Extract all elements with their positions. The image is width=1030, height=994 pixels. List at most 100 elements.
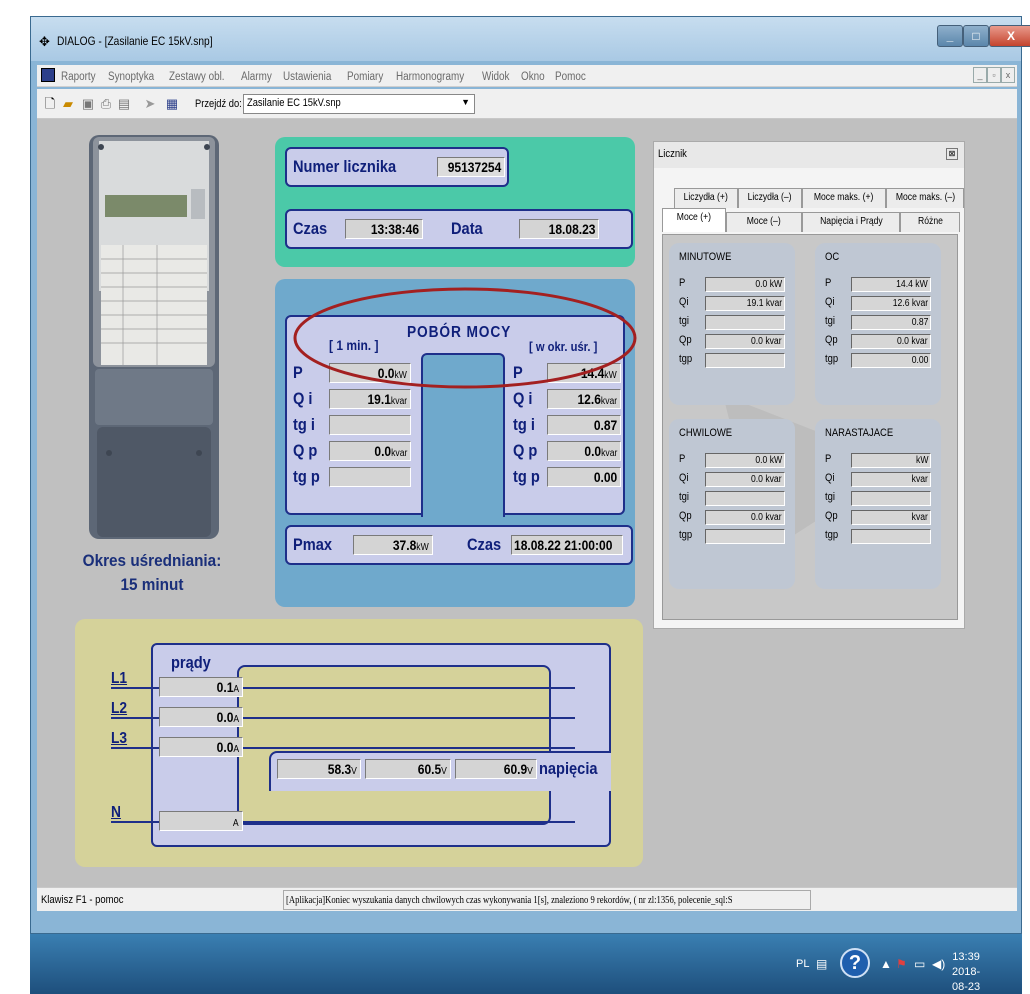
volume-icon[interactable]: ◀) — [932, 957, 945, 971]
group-row-value: kvar — [851, 472, 931, 487]
meter-info-panel: Numer licznika 95137254 Czas 13:38:46 Da… — [275, 137, 635, 267]
menu-item-8[interactable]: Okno — [521, 71, 545, 83]
phase-current-value: 0.0A — [159, 707, 243, 727]
tab-0[interactable]: Liczydła (+) — [674, 188, 738, 208]
tab-6[interactable]: Napięcia i Prądy — [802, 212, 900, 232]
menu-item-4[interactable]: Ustawienia — [283, 71, 331, 83]
help-icon[interactable]: ? — [840, 948, 870, 978]
averaging-period-value: 15 minut — [120, 575, 184, 594]
group-row-label: tgi — [825, 315, 835, 327]
tab-3[interactable]: Moce maks. (–) — [886, 188, 964, 208]
group-row-label: Qp — [679, 510, 692, 522]
pmax-label: Pmax — [293, 535, 333, 554]
group-row-label: Qi — [825, 472, 835, 484]
maximize-button[interactable]: □ — [963, 25, 989, 47]
minimize-button[interactable]: _ — [937, 25, 963, 47]
menu-item-1[interactable]: Synoptyka — [108, 71, 154, 83]
voltage-1-value: 58.3V — [277, 759, 361, 779]
open-folder-icon[interactable]: ▰ — [61, 96, 75, 111]
window-title: DIALOG - [Zasilanie EC 15kV.snp] — [57, 34, 213, 48]
group-row-value: 0.87 — [851, 315, 931, 330]
tab-1[interactable]: Liczydła (–) — [738, 188, 802, 208]
language-indicator[interactable]: PL — [796, 958, 809, 970]
keyboard-icon[interactable]: ▤ — [816, 957, 827, 971]
send-icon[interactable]: ➤ — [143, 96, 157, 111]
tab-4[interactable]: Moce (+) — [662, 208, 726, 232]
close-button[interactable]: X — [989, 25, 1030, 47]
group-row-value — [705, 315, 785, 330]
desktop-frame: ✥ DIALOG - [Zasilanie EC 15kV.snp] _ □ X… — [30, 16, 1030, 994]
group-row-value: 19.1 kvar — [705, 296, 785, 311]
goto-select-value: Zasilanie EC 15kV.snp — [247, 97, 341, 109]
pmax-time-label: Czas — [467, 535, 502, 554]
pmax-card: Pmax 37.8kW Czas 18.08.22 21:00:00 — [285, 525, 633, 565]
group-title: MINUTOWE — [679, 251, 732, 263]
tab-7[interactable]: Różne — [900, 212, 960, 232]
phase-label: N — [111, 804, 121, 821]
phase-current-value: A — [159, 811, 243, 831]
tab-2[interactable]: Moce maks. (+) — [802, 188, 886, 208]
menu-item-2[interactable]: Zestawy obl. — [169, 71, 225, 83]
group-row-value: 0.0 kvar — [705, 510, 785, 525]
tab-5[interactable]: Moce (–) — [726, 212, 802, 232]
power-row-value-1min: 19.1kvar — [329, 389, 411, 409]
power-row-label-right: Q p — [513, 441, 538, 460]
clock[interactable]: 13:39 2018-08-23 — [952, 950, 980, 994]
preview-icon[interactable]: ▤ — [117, 96, 131, 111]
print-icon[interactable]: ⎙ — [99, 96, 113, 111]
group-row-value: 0.0 kvar — [705, 472, 785, 487]
goto-select[interactable]: Zasilanie EC 15kV.snp ▼ — [243, 94, 475, 114]
app-icon: ✥ — [39, 34, 50, 49]
clock-date: 2018-08-23 — [952, 966, 981, 993]
save-icon[interactable]: ▣ — [81, 96, 95, 111]
toolbar: 🗋 ▰ ▣ ⎙ ▤ ➤ ▦ Przejdź do: Zasilanie EC 1… — [37, 89, 1017, 119]
power-row-value-avg: 0.00 — [547, 467, 621, 487]
menu-item-3[interactable]: Alarmy — [241, 71, 272, 83]
currents-title: prądy — [171, 653, 211, 672]
new-file-icon[interactable]: 🗋 — [43, 96, 57, 111]
meter-number-value: 95137254 — [437, 157, 505, 177]
menu-item-7[interactable]: Widok — [482, 71, 509, 83]
meter-number-card: Numer licznika 95137254 — [285, 147, 509, 187]
power-row-label-left: Q p — [293, 441, 318, 460]
power-row-label-right: Q i — [513, 389, 533, 408]
mdi-restore-button[interactable]: ▫ — [987, 67, 1001, 83]
mdi-close-button[interactable]: x — [1001, 67, 1015, 83]
group-row-value: 0.0 kvar — [851, 334, 931, 349]
title-bar[interactable]: ✥ DIALOG - [Zasilanie EC 15kV.snp] _ □ X — [31, 17, 1030, 61]
group-row-value — [705, 491, 785, 506]
group-row-value — [705, 529, 785, 544]
group-row-label: tgp — [825, 353, 839, 365]
mdi-controls: _ ▫ x — [973, 67, 1015, 83]
power-row-value-1min: 0.0kvar — [329, 441, 411, 461]
tab-content: MINUTOWE P 0.0 kW Qi 19.1 kvar tgi Qp 0.0 kvar t… — [662, 234, 958, 620]
document-icon[interactable] — [41, 68, 55, 82]
mdi-minimize-button[interactable]: _ — [973, 67, 987, 83]
menu-item-6[interactable]: Harmonogramy — [396, 71, 464, 83]
averaging-period-label: Okres uśredniania: — [82, 551, 222, 570]
chevron-down-icon[interactable]: ▼ — [461, 97, 470, 107]
phase-label: L2 — [111, 700, 128, 717]
date-value: 18.08.23 — [519, 219, 599, 239]
group-row-value — [851, 491, 931, 506]
synoptic-icon[interactable]: ▦ — [165, 96, 179, 111]
group-row-value: 0.0 kW — [705, 277, 785, 292]
app-window: ✥ DIALOG - [Zasilanie EC 15kV.snp] _ □ X… — [30, 16, 1030, 934]
meter-details-title[interactable]: Licznik — [654, 142, 964, 168]
menu-item-9[interactable]: Pomoc — [555, 71, 586, 83]
power-row-value-1min — [329, 415, 411, 435]
show-hidden-icon[interactable]: ▲ — [880, 957, 892, 971]
network-icon[interactable]: ▭ — [914, 957, 925, 971]
power-row-value-avg: 0.0kvar — [547, 441, 621, 461]
action-center-icon[interactable]: ⚑ — [896, 957, 907, 971]
close-icon[interactable]: ⊠ — [946, 148, 958, 160]
group-row-label: Qp — [825, 510, 838, 522]
value-group: MINUTOWE P 0.0 kW Qi 19.1 kvar tgi Qp 0.0 kvar t… — [669, 243, 795, 405]
menu-items: Raporty Synoptyka Zestawy obl. Alarmy Ustawi… — [61, 69, 598, 83]
group-row-value: 0.0 kvar — [705, 334, 785, 349]
menu-item-0[interactable]: Raporty — [61, 71, 96, 83]
group-row-value: kvar — [851, 510, 931, 525]
client-area: Okres uśredniania: 15 minut Numer liczni… — [37, 119, 1017, 887]
menu-item-5[interactable]: Pomiary — [347, 71, 383, 83]
power-row-label-left: tg i — [293, 415, 315, 434]
